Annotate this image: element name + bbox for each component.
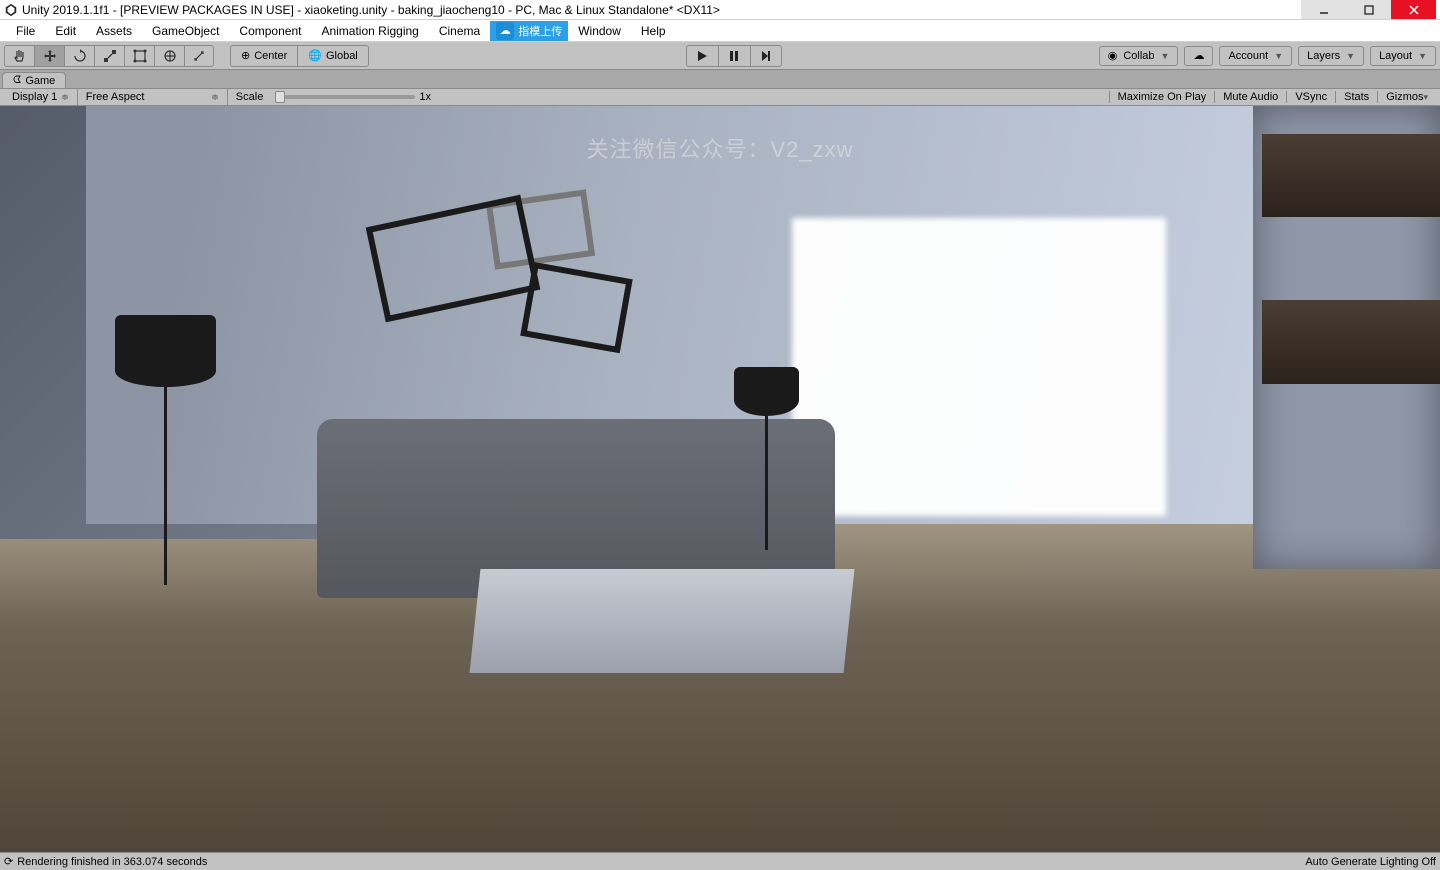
pivot-center-toggle[interactable]: ⊕Center xyxy=(230,45,297,67)
window-title: Unity 2019.1.1f1 - [PREVIEW PACKAGES IN … xyxy=(22,3,1301,17)
play-button[interactable] xyxy=(686,45,718,67)
pacman-icon: ᗧ xyxy=(13,75,21,86)
hand-tool[interactable] xyxy=(4,45,34,67)
progress-icon: ⟳ xyxy=(4,855,13,868)
lighting-status[interactable]: Auto Generate Lighting Off xyxy=(1305,856,1436,868)
move-tool[interactable] xyxy=(34,45,64,67)
window-controls xyxy=(1301,0,1436,19)
cloud-button[interactable]: ☁ xyxy=(1184,46,1213,66)
game-viewport[interactable]: 关注微信公众号：V2_zxw xyxy=(0,106,1440,852)
menu-gameobject[interactable]: GameObject xyxy=(142,21,229,41)
menu-file[interactable]: File xyxy=(6,21,45,41)
status-message: Rendering finished in 363.074 seconds xyxy=(17,856,207,868)
status-left: ⟳ Rendering finished in 363.074 seconds xyxy=(4,855,207,868)
collab-icon: ◉ xyxy=(1108,49,1118,62)
unity-logo-icon xyxy=(4,3,18,17)
tab-game-label: Game xyxy=(25,75,55,87)
menu-help[interactable]: Help xyxy=(631,21,676,41)
upload-label: 指模上传 xyxy=(518,23,562,39)
mute-audio-toggle[interactable]: Mute Audio xyxy=(1214,91,1286,103)
account-dropdown[interactable]: Account▼ xyxy=(1219,46,1292,66)
pivot-global-toggle[interactable]: 🌐Global xyxy=(297,45,369,67)
tab-game[interactable]: ᗧ Game xyxy=(2,72,66,88)
layers-dropdown[interactable]: Layers▼ xyxy=(1298,46,1364,66)
scene-render xyxy=(0,106,1440,852)
scale-label: Scale xyxy=(228,91,272,103)
close-button[interactable] xyxy=(1391,0,1436,19)
cloud-icon: ☁ xyxy=(496,22,514,40)
menu-cinema[interactable]: Cinema xyxy=(429,21,490,41)
pivot-toggle-group: ⊕Center 🌐Global xyxy=(230,45,369,67)
display-dropdown[interactable]: Display 1≑ xyxy=(4,89,78,105)
chevron-down-icon: ▼ xyxy=(1418,51,1427,61)
maximize-on-play-toggle[interactable]: Maximize On Play xyxy=(1109,91,1215,103)
menu-window[interactable]: Window xyxy=(568,21,631,41)
rotate-tool[interactable] xyxy=(64,45,94,67)
collab-dropdown[interactable]: ◉Collab▼ xyxy=(1099,46,1179,66)
chevron-down-icon: ▾ xyxy=(1423,92,1428,103)
right-toolbar: ◉Collab▼ ☁ Account▼ Layers▼ Layout▼ xyxy=(1099,46,1436,66)
menu-component[interactable]: Component xyxy=(229,21,311,41)
rect-tool[interactable] xyxy=(124,45,154,67)
cloud-icon: ☁ xyxy=(1193,49,1204,62)
play-controls xyxy=(686,45,782,67)
center-icon: ⊕ xyxy=(241,49,250,62)
pause-button[interactable] xyxy=(718,45,750,67)
custom-tool[interactable] xyxy=(184,45,214,67)
gizmos-dropdown[interactable]: Gizmos▾ xyxy=(1377,91,1436,103)
game-view-options: Display 1≑ Free Aspect≑ Scale 1x Maximiz… xyxy=(0,88,1440,106)
game-right-options: Maximize On Play Mute Audio VSync Stats … xyxy=(1109,91,1436,103)
main-toolbar: ⊕Center 🌐Global ◉Collab▼ ☁ Account▼ Laye… xyxy=(0,42,1440,70)
transform-tools xyxy=(4,45,214,67)
vsync-toggle[interactable]: VSync xyxy=(1286,91,1335,103)
layout-dropdown[interactable]: Layout▼ xyxy=(1370,46,1436,66)
scale-slider[interactable] xyxy=(275,95,415,99)
step-button[interactable] xyxy=(750,45,782,67)
globe-icon: 🌐 xyxy=(308,49,322,62)
aspect-dropdown[interactable]: Free Aspect≑ xyxy=(78,89,228,105)
status-bar: ⟳ Rendering finished in 363.074 seconds … xyxy=(0,852,1440,870)
chevron-down-icon: ▼ xyxy=(1161,51,1170,61)
upload-block[interactable]: ☁ 指模上传 xyxy=(490,21,568,41)
transform-tool[interactable] xyxy=(154,45,184,67)
chevron-down-icon: ▼ xyxy=(1274,51,1283,61)
chevron-down-icon: ≑ xyxy=(211,92,219,103)
menu-animation-rigging[interactable]: Animation Rigging xyxy=(311,21,428,41)
menu-bar: File Edit Assets GameObject Component An… xyxy=(0,20,1440,42)
chevron-down-icon: ▼ xyxy=(1346,51,1355,61)
view-tabbar: ᗧ Game xyxy=(0,70,1440,88)
watermark-text: 关注微信公众号：V2_zxw xyxy=(586,132,853,164)
chevron-down-icon: ≑ xyxy=(61,92,69,103)
scale-tool[interactable] xyxy=(94,45,124,67)
minimize-button[interactable] xyxy=(1301,0,1346,19)
scale-value: 1x xyxy=(419,91,431,103)
stats-toggle[interactable]: Stats xyxy=(1335,91,1377,103)
window-titlebar: Unity 2019.1.1f1 - [PREVIEW PACKAGES IN … xyxy=(0,0,1440,20)
slider-knob[interactable] xyxy=(275,91,285,103)
menu-edit[interactable]: Edit xyxy=(45,21,86,41)
maximize-button[interactable] xyxy=(1346,0,1391,19)
menu-assets[interactable]: Assets xyxy=(86,21,142,41)
